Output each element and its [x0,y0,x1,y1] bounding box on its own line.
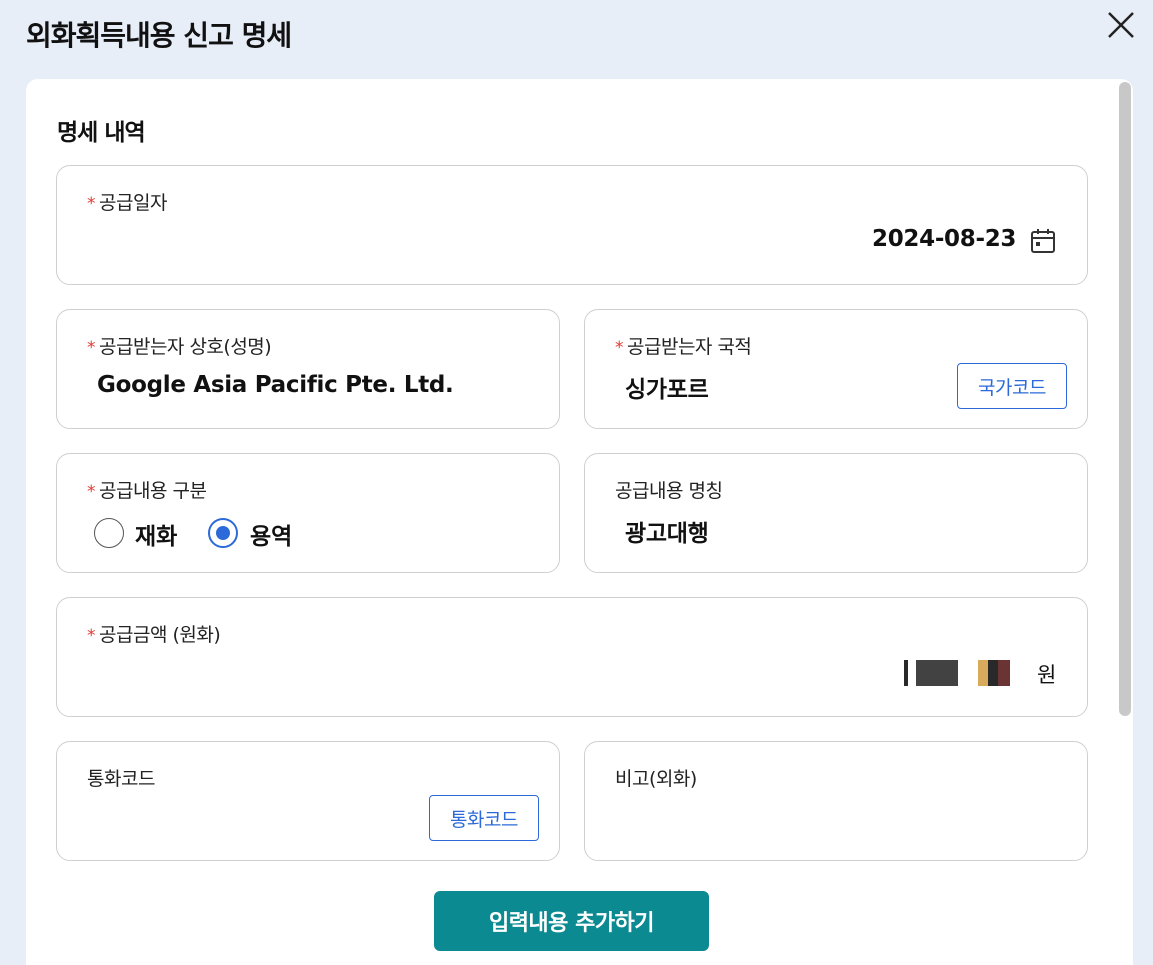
recipient-country-label: 공급받는자 국적 [627,336,752,358]
radio-services[interactable] [208,518,238,548]
supply-amount-label: 공급금액 (원화) [99,624,221,646]
required-mark: * [87,194,96,214]
supply-name-field[interactable]: 공급내용 명칭 광고대행 [584,453,1088,573]
supply-name-value[interactable]: 광고대행 [625,514,709,548]
section-title: 명세 내역 [57,120,146,146]
calendar-icon[interactable] [1030,228,1056,254]
supply-type-label: 공급내용 구분 [99,480,207,502]
supply-type-field: * 공급내용 구분 재화 용역 [56,453,560,573]
country-code-button[interactable]: 국가코드 [957,363,1067,409]
scrollbar[interactable] [1119,82,1131,716]
add-entry-button[interactable]: 입력내용 추가하기 [434,891,709,951]
remarks-label: 비고(외화) [615,768,697,790]
recipient-name-value[interactable]: Google Asia Pacific Pte. Ltd. [97,372,454,398]
radio-services-label[interactable]: 용역 [250,517,292,551]
recipient-country-value: 싱가포르 [625,377,709,403]
recipient-country-field[interactable]: * 공급받는자 국적 싱가포르 국가코드 [584,309,1088,429]
remarks-field[interactable]: 비고(외화) [584,741,1088,861]
radio-goods[interactable] [94,518,124,548]
recipient-name-field[interactable]: * 공급받는자 상호(성명) Google Asia Pacific Pte. L… [56,309,560,429]
supply-date-field[interactable]: * 공급일자 2024-08-23 [56,165,1088,285]
supply-date-value[interactable]: 2024-08-23 [872,226,1016,252]
radio-goods-label[interactable]: 재화 [135,517,177,551]
recipient-name-label: 공급받는자 상호(성명) [99,336,272,358]
close-icon[interactable] [1104,8,1138,42]
required-mark: * [87,338,96,358]
currency-unit: 원 [1037,663,1057,687]
currency-code-label: 통화코드 [87,768,155,790]
masked-amount-value [898,660,1022,686]
currency-code-button[interactable]: 통화코드 [429,795,539,841]
supply-date-label: 공급일자 [99,192,167,214]
required-mark: * [615,338,624,358]
required-mark: * [87,626,96,646]
supply-amount-field[interactable]: * 공급금액 (원화) [56,597,1088,717]
supply-name-label: 공급내용 명칭 [615,480,723,502]
declaration-modal: 외화획득내용 신고 명세 명세 내역 * 공급일자 2024-08-23 * 공급받… [0,0,1153,965]
required-mark: * [87,482,96,502]
currency-code-field: 통화코드 통화코드 [56,741,560,861]
modal-title: 외화획득내용 신고 명세 [26,19,292,52]
